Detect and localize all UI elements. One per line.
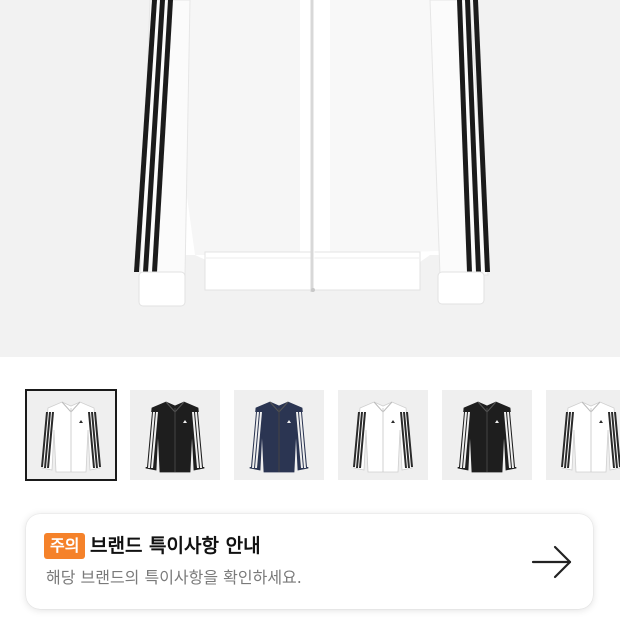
jacket-thumbnail-icon: [41, 401, 101, 473]
thumbnail-item[interactable]: [25, 389, 117, 481]
jacket-main-illustration: [134, 0, 490, 307]
arrow-right-icon[interactable]: [531, 542, 573, 582]
jacket-thumbnail-icon: [353, 401, 413, 473]
brand-notice-card[interactable]: 주의 브랜드 특이사항 안내 해당 브랜드의 특이사항을 확인하세요.: [26, 514, 593, 609]
product-main-image[interactable]: [0, 0, 620, 357]
thumbnail-strip: [0, 388, 620, 482]
jacket-thumbnail-icon: [561, 401, 620, 473]
warning-badge: 주의: [44, 533, 86, 559]
jacket-thumbnail-icon: [457, 401, 517, 473]
thumbnail-item[interactable]: [442, 390, 532, 480]
thumbnail-item[interactable]: [338, 390, 428, 480]
thumbnail-item[interactable]: [546, 390, 620, 480]
jacket-thumbnail-icon: [145, 401, 205, 473]
notice-description: 해당 브랜드의 특이사항을 확인하세요.: [46, 568, 302, 587]
jacket-thumbnail-icon: [249, 401, 309, 473]
thumbnail-item[interactable]: [130, 390, 220, 480]
notice-title: 브랜드 특이사항 안내: [90, 535, 261, 557]
thumbnail-item[interactable]: [234, 390, 324, 480]
